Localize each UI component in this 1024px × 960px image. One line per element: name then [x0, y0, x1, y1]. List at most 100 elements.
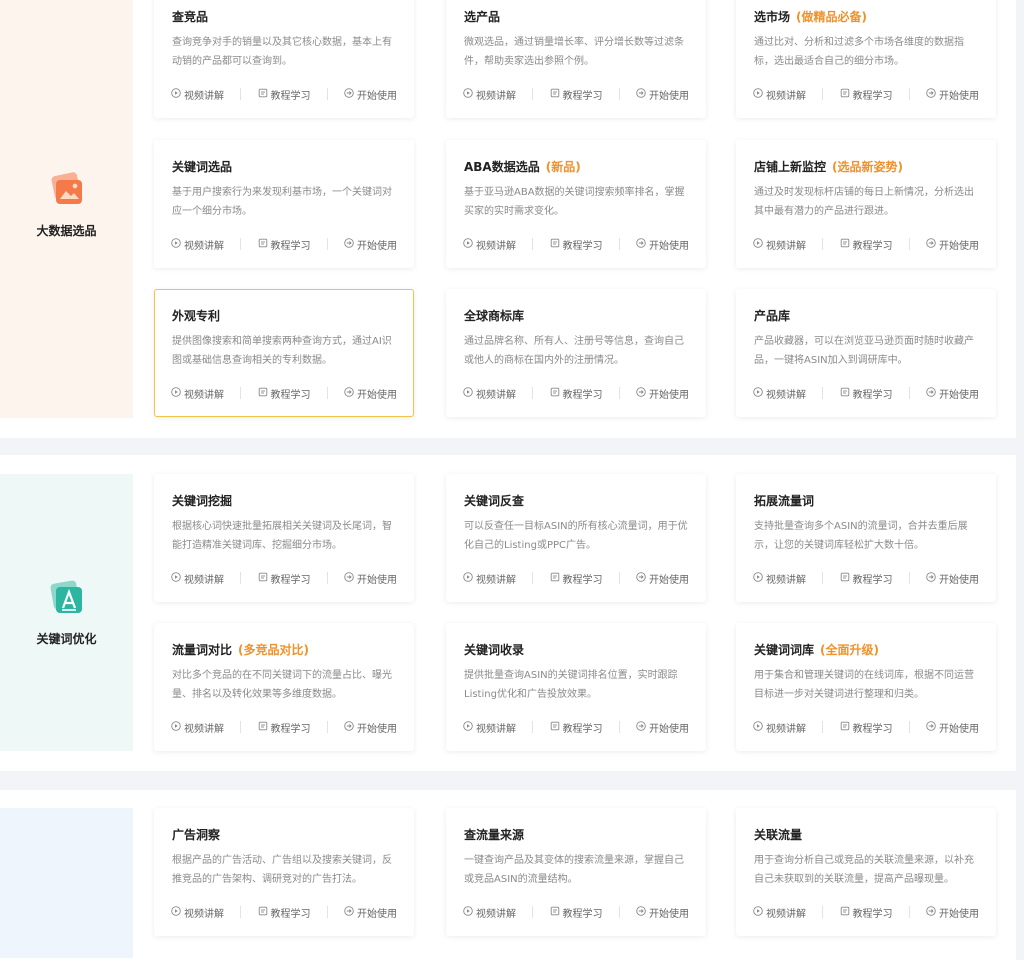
video-guide-link[interactable]: 视频讲解 — [463, 720, 516, 735]
arrow-circle-icon — [344, 905, 357, 919]
video-guide-link[interactable]: 视频讲解 — [753, 87, 806, 102]
divider — [326, 238, 328, 250]
video-guide-link[interactable]: 视频讲解 — [753, 720, 806, 735]
video-guide-link[interactable]: 视频讲解 — [171, 87, 224, 102]
video-guide-label: 视频讲解 — [184, 389, 224, 401]
card-actions: 视频讲解 教程学习 开始使用 — [171, 905, 397, 920]
tutorial-label: 教程学习 — [562, 723, 603, 735]
video-guide-label: 视频讲解 — [476, 908, 516, 920]
start-using-link[interactable]: 开始使用 — [926, 237, 979, 252]
video-guide-link[interactable]: 视频讲解 — [171, 386, 224, 401]
card-title-text: 店铺上新监控 — [754, 160, 827, 174]
card-title-text: 选市场 — [754, 10, 791, 24]
tutorial-link[interactable]: 教程学习 — [258, 571, 311, 586]
tool-card[interactable]: 查流量来源 一键查询产品及其变体的搜索流量来源，掌握自己或竞品ASIN的流量结构… — [446, 808, 706, 936]
video-guide-link[interactable]: 视频讲解 — [753, 905, 806, 920]
start-using-link[interactable]: 开始使用 — [926, 905, 979, 920]
start-using-label: 开始使用 — [939, 723, 979, 735]
tutorial-link[interactable]: 教程学习 — [550, 386, 603, 401]
tutorial-link[interactable]: 教程学习 — [258, 905, 311, 920]
card-description: 提供图像搜索和简单搜索两种查询方式，通过AI识图或基础信息查询相关的专利数据。 — [172, 336, 392, 366]
video-guide-link[interactable]: 视频讲解 — [753, 571, 806, 586]
tutorial-label: 教程学习 — [270, 389, 311, 401]
tool-card[interactable]: ABA数据选品 (新品) 基于亚马逊ABA数据的关键词搜索频率排名，掌握买家的实时… — [446, 140, 706, 268]
start-using-link[interactable]: 开始使用 — [344, 720, 397, 735]
tool-card[interactable]: 全球商标库 通过品牌名称、所有人、注册号等信息，查询自己或他人的商标在国内外的注… — [446, 289, 706, 417]
tutorial-link[interactable]: 教程学习 — [550, 905, 603, 920]
tutorial-link[interactable]: 教程学习 — [258, 237, 311, 252]
card-title-text: 查流量来源 — [464, 828, 525, 842]
tutorial-link[interactable]: 教程学习 — [840, 905, 893, 920]
tutorial-link[interactable]: 教程学习 — [550, 571, 603, 586]
card-actions: 视频讲解 教程学习 开始使用 — [753, 386, 979, 401]
video-guide-link[interactable]: 视频讲解 — [463, 237, 516, 252]
video-guide-link[interactable]: 视频讲解 — [463, 386, 516, 401]
tool-card[interactable]: 关键词反查 可以反查任一目标ASIN的所有核心流量词，用于优化自己的Listin… — [446, 474, 706, 602]
tutorial-link[interactable]: 教程学习 — [550, 237, 603, 252]
tool-card[interactable]: 流量词对比 (多竞品对比) 对比多个竞品的在不同关键词下的流量占比、曝光量、排名以… — [154, 623, 414, 751]
tutorial-link[interactable]: 教程学习 — [258, 386, 311, 401]
start-using-link[interactable]: 开始使用 — [926, 87, 979, 102]
tutorial-label: 教程学习 — [270, 908, 311, 920]
tutorial-label: 教程学习 — [270, 574, 311, 586]
video-guide-link[interactable]: 视频讲解 — [463, 87, 516, 102]
arrow-circle-icon — [636, 905, 649, 919]
video-guide-link[interactable]: 视频讲解 — [463, 905, 516, 920]
video-guide-link[interactable]: 视频讲解 — [171, 905, 224, 920]
tool-card[interactable]: 广告洞察 根据产品的广告活动、广告组以及搜索关键词，反推竞品的广告架构、调研竞对… — [154, 808, 414, 936]
tool-card[interactable]: 选产品 微观选品，通过销量增长率、评分增长数等过滤条件，帮助卖家选出参照个例。 … — [446, 0, 706, 118]
tutorial-link[interactable]: 教程学习 — [840, 386, 893, 401]
card-tag: (新品) — [545, 160, 581, 174]
tutorial-link[interactable]: 教程学习 — [550, 87, 603, 102]
divider — [326, 572, 328, 584]
tutorial-link[interactable]: 教程学习 — [840, 571, 893, 586]
tutorial-link[interactable]: 教程学习 — [840, 720, 893, 735]
start-using-link[interactable]: 开始使用 — [344, 571, 397, 586]
tutorial-link[interactable]: 教程学习 — [550, 720, 603, 735]
start-using-link[interactable]: 开始使用 — [344, 87, 397, 102]
start-using-link[interactable]: 开始使用 — [636, 87, 689, 102]
start-using-link[interactable]: 开始使用 — [636, 386, 689, 401]
tool-card[interactable]: 关键词收录 提供批量查询ASIN的关键词排名位置，实时跟踪Listing优化和广… — [446, 623, 706, 751]
tool-card[interactable]: 产品库 产品收藏器，可以在浏览亚马逊页面时随时收藏产品，一键将ASIN加入到调研… — [736, 289, 996, 417]
video-guide-link[interactable]: 视频讲解 — [463, 571, 516, 586]
tool-card[interactable]: 关键词词库 (全面升级) 用于集合和管理关键词的在线词库，根据不同运营目标进一步对… — [736, 623, 996, 751]
tool-card[interactable]: 店铺上新监控 (选品新姿势) 通过及时发现标杆店铺的每日上新情况，分析选出其中最有… — [736, 140, 996, 268]
card-actions: 视频讲解 教程学习 开始使用 — [171, 720, 397, 735]
card-description: 支持批量查询多个ASIN的流量词，合并去重后展示，让您的关键词库轻松扩大数十倍。 — [754, 521, 968, 551]
start-using-link[interactable]: 开始使用 — [926, 386, 979, 401]
tutorial-link[interactable]: 教程学习 — [258, 720, 311, 735]
arrow-circle-icon — [926, 386, 939, 400]
start-using-link[interactable]: 开始使用 — [636, 905, 689, 920]
tutorial-link[interactable]: 教程学习 — [840, 87, 893, 102]
start-using-link[interactable]: 开始使用 — [926, 720, 979, 735]
tool-card[interactable]: 外观专利 提供图像搜索和简单搜索两种查询方式，通过AI识图或基础信息查询相关的专… — [154, 289, 414, 417]
card-title: 查竞品 — [172, 8, 208, 25]
tool-card[interactable]: 选市场 (做精品必备) 通过比对、分析和过滤多个市场各维度的数据指标，选出最适合自… — [736, 0, 996, 118]
start-using-link[interactable]: 开始使用 — [344, 905, 397, 920]
start-using-link[interactable]: 开始使用 — [636, 237, 689, 252]
section-category: 关键词优化 — [0, 474, 133, 751]
start-using-link[interactable]: 开始使用 — [344, 237, 397, 252]
video-guide-link[interactable]: 视频讲解 — [171, 571, 224, 586]
video-guide-link[interactable]: 视频讲解 — [171, 237, 224, 252]
start-using-link[interactable]: 开始使用 — [636, 720, 689, 735]
start-using-link[interactable]: 开始使用 — [344, 386, 397, 401]
tool-card[interactable]: 关联流量 用于查询分析自己或竞品的关联流量来源，以补充自己未获取到的关联流量，提… — [736, 808, 996, 936]
tool-card[interactable]: 关键词选品 基于用户搜索行为来发现利基市场，一个关键词对应一个细分市场。 视频讲… — [154, 140, 414, 268]
tool-card[interactable]: 关键词挖掘 根据核心词快速批量拓展相关关键词及长尾词，智能打造精准关键词库、挖掘… — [154, 474, 414, 602]
tool-card[interactable]: 查竞品 查询竞争对手的销量以及其它核心数据，基本上有动销的产品都可以查询到。 视… — [154, 0, 414, 118]
start-using-link[interactable]: 开始使用 — [926, 571, 979, 586]
divider — [908, 88, 910, 100]
tool-card[interactable]: 拓展流量词 支持批量查询多个ASIN的流量词，合并去重后展示，让您的关键词库轻松… — [736, 474, 996, 602]
tutorial-link[interactable]: 教程学习 — [258, 87, 311, 102]
video-guide-link[interactable]: 视频讲解 — [753, 386, 806, 401]
arrow-circle-icon — [344, 720, 357, 734]
start-using-link[interactable]: 开始使用 — [636, 571, 689, 586]
video-guide-link[interactable]: 视频讲解 — [753, 237, 806, 252]
video-guide-link[interactable]: 视频讲解 — [171, 720, 224, 735]
divider — [326, 721, 328, 733]
tutorial-link[interactable]: 教程学习 — [840, 237, 893, 252]
card-title: 关键词选品 — [172, 158, 232, 175]
section-category — [0, 808, 133, 958]
